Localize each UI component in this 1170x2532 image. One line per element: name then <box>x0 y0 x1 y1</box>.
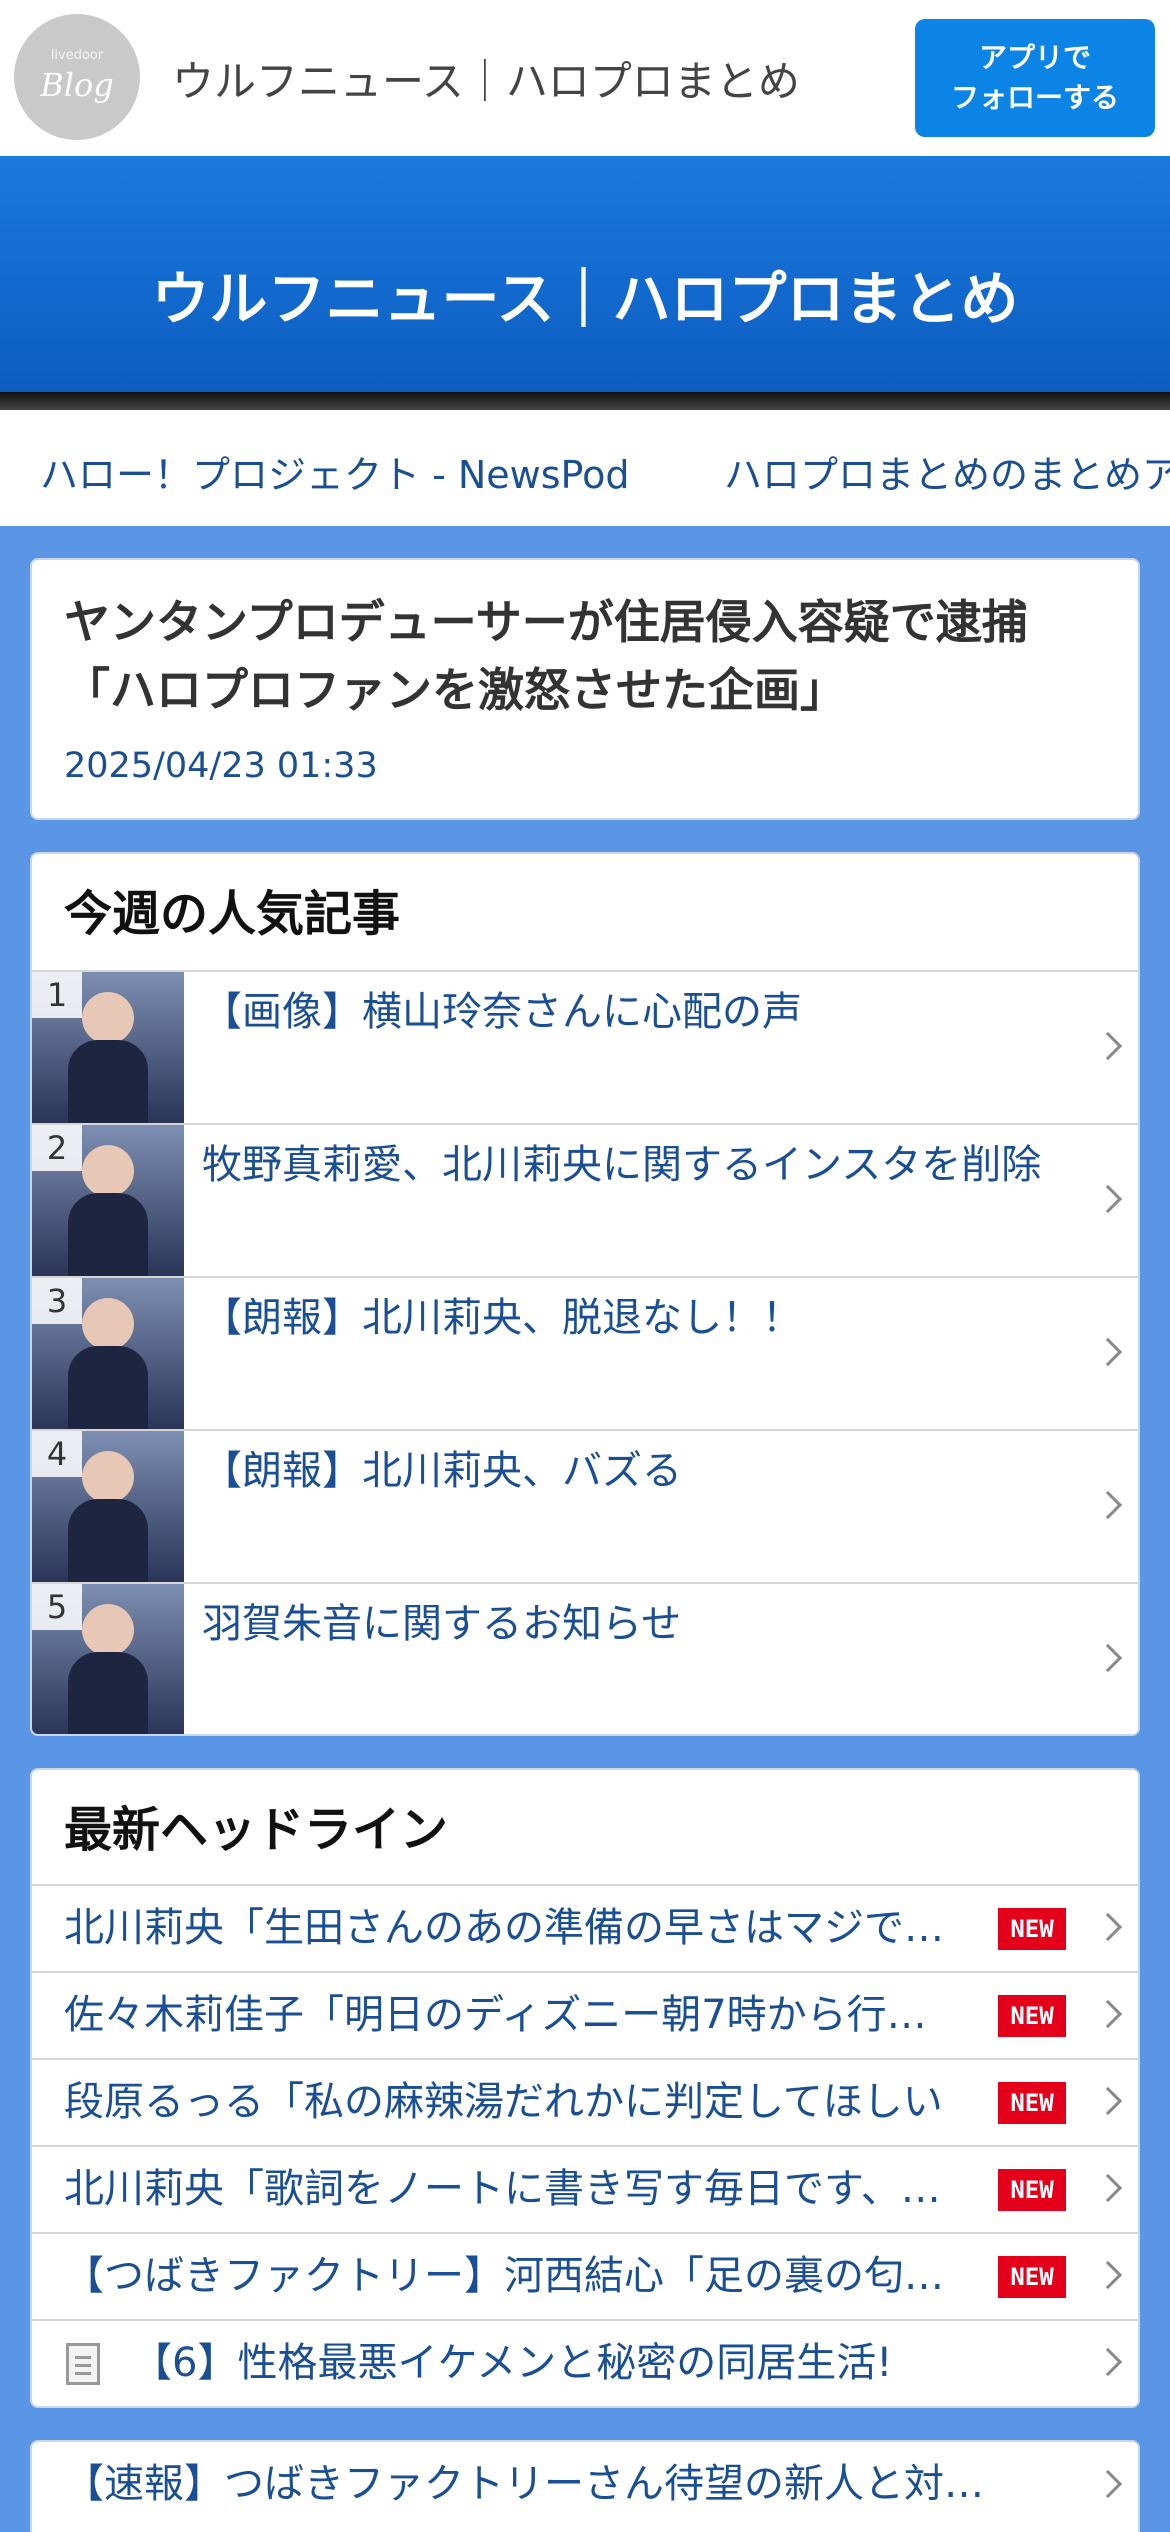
headline-text: 【速報】つばきファクトリーさん待望の新人と対… <box>64 2461 984 2507</box>
rank-number: 2 <box>32 1125 82 1171</box>
related-links-strip[interactable]: ハロー！プロジェクト - NewsPod ハロプロまとめのまとめア <box>0 410 1170 526</box>
headline-item-1[interactable]: 北川莉央「生田さんのあの準備の早さはマジで… NEW <box>32 1884 1138 1971</box>
banner-divider <box>0 392 1170 410</box>
rank-number: 4 <box>32 1431 82 1477</box>
document-icon <box>66 2343 100 2385</box>
banner-title[interactable]: ウルフニュース｜ハロプロまとめ <box>0 252 1170 336</box>
follow-button-line1: アプリで <box>978 41 1091 74</box>
top-bar: livedoor Blog ウルフニュース｜ハロプロまとめ アプリで フォローす… <box>0 0 1170 156</box>
chevron-right-icon <box>1093 2347 1123 2376</box>
headline-text: 段原るっる「私の麻辣湯だれかに判定してほしい <box>64 2079 943 2125</box>
next-headlines-card: 【速報】つばきファクトリーさん待望の新人と対… <box>30 2440 1140 2532</box>
ranking-item-title: 羽賀朱音に関するお知らせ <box>202 1601 682 1647</box>
ranking-item-title: 【画像】横山玲奈さんに心配の声 <box>202 989 802 1035</box>
ranking-item-title: 牧野真莉愛、北川莉央に関するインスタを削除 <box>202 1142 1042 1188</box>
article-title: ヤンタンプロデューサーが住居侵入容疑で逮捕「ハロプロファンを激怒させた企画」 <box>64 595 1028 717</box>
headline-item-5[interactable]: 【つばきファクトリー】河西結心「足の裏の匂… NEW <box>32 2232 1138 2319</box>
ranking-item-3[interactable]: 3 【朗報】北川莉央、脱退なし！！ <box>32 1276 1138 1429</box>
ranking-item-title: 【朗報】北川莉央、バズる <box>202 1448 682 1494</box>
headline-text: 北川莉央「生田さんのあの準備の早さはマジで… <box>64 1905 944 1951</box>
ranking-item-4[interactable]: 4 【朗報】北川莉央、バズる <box>32 1429 1138 1582</box>
new-badge: NEW <box>998 2082 1066 2124</box>
ranking-item-2[interactable]: 2 牧野真莉愛、北川莉央に関するインスタを削除 <box>32 1123 1138 1276</box>
related-link-newspod[interactable]: ハロー！プロジェクト - NewsPod <box>40 444 629 499</box>
chevron-right-icon <box>1093 1643 1123 1672</box>
headline-text: 北川莉央「歌詞をノートに書き写す毎日です、… <box>64 2166 941 2212</box>
headline-text: 佐々木莉佳子「明日のディズニー朝7時から行… <box>64 1992 927 2038</box>
chevron-right-icon <box>1093 1337 1123 1366</box>
chevron-right-icon <box>1093 1031 1123 1060</box>
chevron-right-icon <box>1093 1490 1123 1519</box>
headline-text: 【6】性格最悪イケメンと秘密の同居生活! <box>132 2340 893 2386</box>
chevron-right-icon <box>1093 2469 1123 2499</box>
chevron-right-icon <box>1093 1999 1123 2028</box>
article-header-card: ヤンタンプロデューサーが住居侵入容疑で逮捕「ハロプロファンを激怒させた企画」 2… <box>30 558 1140 820</box>
popular-articles-card: 今週の人気記事 1 【画像】横山玲奈さんに心配の声 2 牧野真莉愛、北川莉央に関… <box>30 852 1140 1736</box>
ranking-item-1[interactable]: 1 【画像】横山玲奈さんに心配の声 <box>32 970 1138 1123</box>
headline-item-6[interactable]: 【6】性格最悪イケメンと秘密の同居生活! <box>32 2319 1138 2406</box>
logo-small-text: livedoor <box>50 48 104 63</box>
chevron-right-icon <box>1093 1912 1123 1941</box>
site-title[interactable]: ウルフニュース｜ハロプロまとめ <box>172 48 800 109</box>
follow-button-line2: フォローする <box>950 81 1119 114</box>
chevron-right-icon <box>1093 1184 1123 1213</box>
headline-item-7[interactable]: 【速報】つばきファクトリーさん待望の新人と対… <box>32 2442 1138 2530</box>
popular-articles-title: 今週の人気記事 <box>64 886 401 942</box>
rank-number: 1 <box>32 972 82 1018</box>
headline-item-2[interactable]: 佐々木莉佳子「明日のディズニー朝7時から行… NEW <box>32 1971 1138 2058</box>
latest-headlines-title: 最新ヘッドライン <box>64 1802 449 1858</box>
follow-in-app-button[interactable]: アプリで フォローする <box>915 19 1155 137</box>
livedoor-blog-logo[interactable]: livedoor Blog <box>14 14 140 140</box>
latest-headlines-card: 最新ヘッドライン 北川莉央「生田さんのあの準備の早さはマジで… NEW 佐々木莉… <box>30 1768 1140 2408</box>
new-badge: NEW <box>998 1908 1066 1950</box>
chevron-right-icon <box>1093 2260 1123 2289</box>
ranking-item-5[interactable]: 5 羽賀朱音に関するお知らせ <box>32 1582 1138 1734</box>
new-badge: NEW <box>998 2256 1066 2298</box>
logo-big-text: Blog <box>40 66 114 104</box>
ranking-item-title: 【朗報】北川莉央、脱退なし！！ <box>202 1295 802 1341</box>
headline-text: 【つばきファクトリー】河西結心「足の裏の匂… <box>64 2253 944 2299</box>
headline-item-3[interactable]: 段原るっる「私の麻辣湯だれかに判定してほしい NEW <box>32 2058 1138 2145</box>
blog-header-banner[interactable]: ウルフニュース｜ハロプロまとめ <box>0 156 1170 392</box>
chevron-right-icon <box>1093 2173 1123 2202</box>
new-badge: NEW <box>998 2169 1066 2211</box>
rank-number: 5 <box>32 1584 82 1630</box>
headline-item-4[interactable]: 北川莉央「歌詞をノートに書き写す毎日です、… NEW <box>32 2145 1138 2232</box>
chevron-right-icon <box>1093 2086 1123 2115</box>
rank-number: 3 <box>32 1278 82 1324</box>
new-badge: NEW <box>998 1995 1066 2037</box>
article-date: 2025/04/23 01:33 <box>64 746 378 786</box>
related-link-matome[interactable]: ハロプロまとめのまとめア <box>724 444 1170 499</box>
